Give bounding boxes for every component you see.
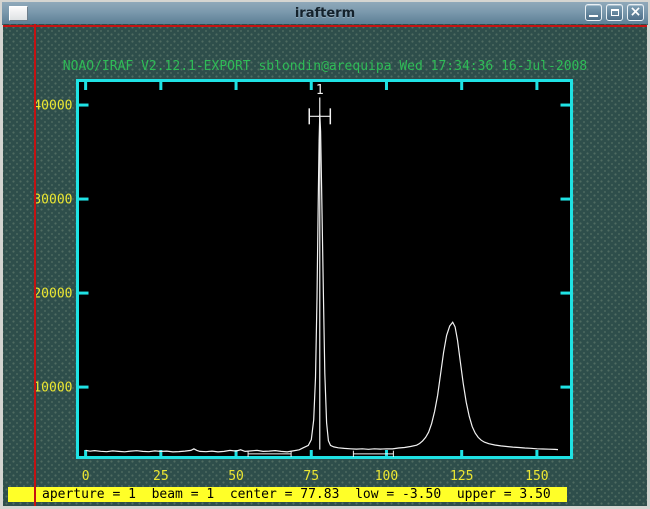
- cursor-crosshair-horizontal: [3, 25, 647, 27]
- status-bar: aperture = 1 beam = 1 center = 77.83 low…: [8, 487, 567, 502]
- x-tick-label: 75: [303, 469, 319, 484]
- graphics-canvas[interactable]: NOAO/IRAF V2.12.1-EXPORT sblondin@arequi…: [3, 24, 647, 506]
- y-tick-label: 20000: [33, 287, 72, 302]
- x-tick-label: 25: [153, 469, 169, 484]
- window-controls: ×: [585, 4, 644, 21]
- irafterm-window: irafterm × NOAO/IRAF V2.12.1-EXPORT sblo…: [0, 0, 650, 509]
- cursor-crosshair-vertical: [34, 24, 36, 506]
- y-tick-label: 40000: [33, 99, 72, 114]
- maximize-icon: [610, 9, 619, 16]
- close-button[interactable]: ×: [627, 4, 644, 21]
- x-tick-label: 0: [82, 469, 90, 484]
- aperture-plot[interactable]: 0 25 50 75 100 125 150 10000 20000 30000 40000 1: [3, 24, 647, 506]
- minimize-icon: [589, 15, 598, 17]
- aperture-number-label: 1: [316, 83, 324, 98]
- y-tick-label: 10000: [33, 381, 72, 396]
- x-tick-label: 50: [228, 469, 244, 484]
- window-title: irafterm: [294, 5, 356, 21]
- titlebar[interactable]: irafterm ×: [2, 2, 648, 25]
- plot-frame: [76, 79, 573, 459]
- close-icon: ×: [629, 4, 642, 20]
- minimize-button[interactable]: [585, 4, 602, 21]
- x-tick-label: 150: [525, 469, 548, 484]
- x-tick-label: 100: [375, 469, 398, 484]
- maximize-button[interactable]: [606, 4, 623, 21]
- y-tick-label: 30000: [33, 193, 72, 208]
- x-tick-label: 125: [450, 469, 473, 484]
